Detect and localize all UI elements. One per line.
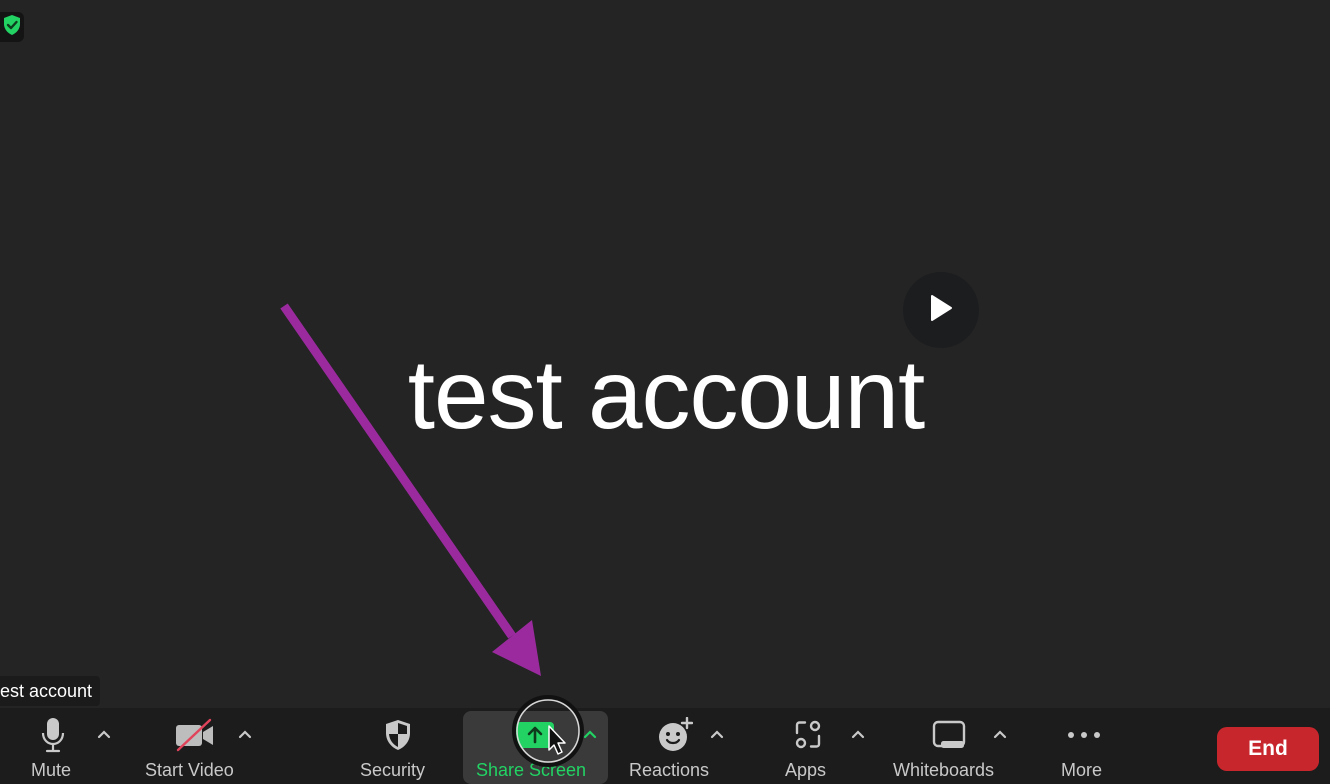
whiteboards-label: Whiteboards — [893, 760, 995, 780]
more-label: More — [1061, 760, 1103, 780]
apps-label: Apps — [785, 760, 827, 780]
apps-icon — [793, 716, 823, 754]
whiteboard-icon — [932, 716, 966, 754]
security-badge[interactable] — [0, 12, 24, 42]
mute-label: Mute — [31, 760, 72, 780]
apps-button[interactable]: Apps — [778, 708, 838, 784]
shield-check-icon — [2, 14, 22, 41]
security-label: Security — [360, 760, 426, 780]
reactions-button[interactable]: Reactions — [625, 708, 721, 784]
play-button[interactable] — [903, 272, 979, 348]
participant-display-name: test account — [407, 339, 925, 449]
meeting-toolbar: Mute Start Video Security Share Screen R… — [0, 708, 1330, 784]
shield-icon — [383, 716, 413, 754]
start-video-button[interactable]: Start Video — [140, 708, 250, 784]
end-meeting-button[interactable]: End — [1217, 727, 1319, 771]
share-screen-label: Share Screen — [476, 760, 587, 780]
share-screen-button[interactable]: Share Screen — [470, 708, 602, 784]
video-options-caret[interactable] — [235, 724, 255, 744]
share-screen-options-caret[interactable] — [580, 724, 600, 744]
reactions-icon — [657, 716, 693, 754]
start-video-label: Start Video — [145, 760, 234, 780]
more-button[interactable]: More — [1056, 708, 1112, 784]
video-off-icon — [174, 716, 216, 754]
security-button[interactable]: Security — [355, 708, 439, 784]
play-icon — [928, 294, 954, 327]
reactions-label: Reactions — [629, 760, 710, 780]
more-icon — [1066, 716, 1102, 754]
reactions-options-caret[interactable] — [707, 724, 727, 744]
participant-name-label: est account — [0, 676, 101, 706]
mute-button[interactable]: Mute — [18, 708, 88, 784]
share-screen-icon — [515, 716, 555, 754]
apps-options-caret[interactable] — [848, 724, 868, 744]
microphone-icon — [40, 716, 66, 754]
whiteboards-button[interactable]: Whiteboards — [890, 708, 1008, 784]
mute-options-caret[interactable] — [94, 724, 114, 744]
video-area: test account est account — [0, 0, 1330, 708]
whiteboards-options-caret[interactable] — [990, 724, 1010, 744]
